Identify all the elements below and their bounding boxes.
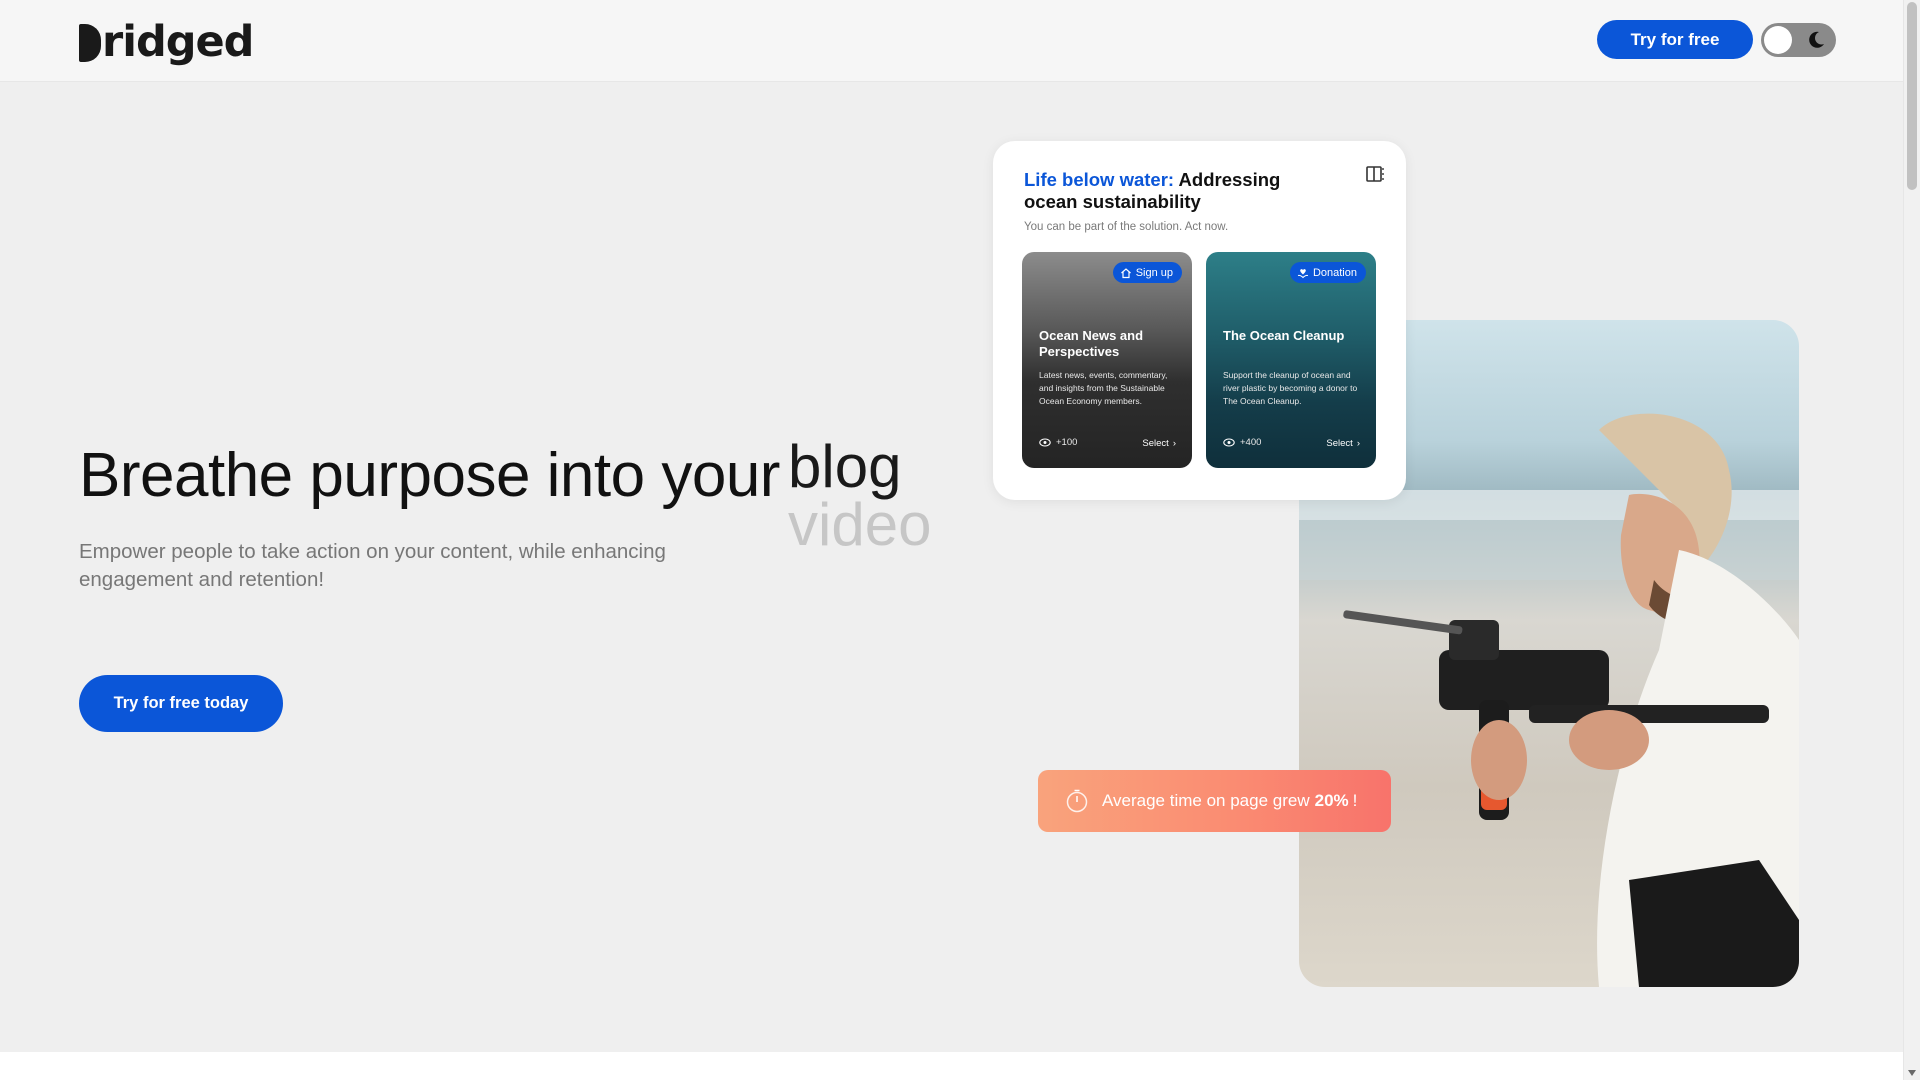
rotating-word-next: video xyxy=(788,491,932,558)
eye-icon xyxy=(1223,438,1235,447)
tile-description: Support the cleanup of ocean and river p… xyxy=(1223,370,1358,406)
stat-banner: Average time on page grew 20% ! xyxy=(1038,770,1391,832)
content-card: Life below water: Addressing ocean susta… xyxy=(993,141,1406,500)
tile-ocean-news[interactable]: Sign up Ocean News and Perspectives Late… xyxy=(1022,252,1192,468)
tile-description: Latest news, events, commentary, and ins… xyxy=(1039,370,1168,406)
tile-ocean-cleanup[interactable]: Donation The Ocean Cleanup Support the c… xyxy=(1206,252,1376,468)
card-title-highlight: Life below water: xyxy=(1024,169,1175,190)
tile-select-button[interactable]: Select › xyxy=(1142,438,1176,449)
heart-hand-icon xyxy=(1297,268,1309,278)
rotating-word-current: blog xyxy=(788,433,902,500)
tile-title: The Ocean Cleanup xyxy=(1223,328,1345,343)
tile-badge-signup: Sign up xyxy=(1112,262,1182,283)
stat-text: Average time on page grew xyxy=(1102,791,1310,810)
tile-badge-donation: Donation xyxy=(1289,262,1366,283)
moon-icon xyxy=(1809,31,1824,48)
card-title: Life below water: Addressing ocean susta… xyxy=(1024,169,1324,213)
sidebar-panel-icon[interactable] xyxy=(1365,164,1385,184)
tile-views: +100 xyxy=(1039,437,1077,448)
header-try-free-button[interactable]: Try for free xyxy=(1597,20,1753,59)
next-section-edge xyxy=(0,1052,1904,1080)
card-subtitle: You can be part of the solution. Act now… xyxy=(1024,221,1229,233)
chevron-right-icon: › xyxy=(1356,438,1360,449)
stat-suffix: ! xyxy=(1352,791,1358,810)
hero-subtitle: Empower people to take action on your co… xyxy=(79,540,666,591)
hero-try-free-button[interactable]: Try for free today xyxy=(79,675,283,732)
toggle-knob xyxy=(1764,26,1792,54)
scrollbar-thumb[interactable] xyxy=(1907,2,1917,190)
tile-views: +400 xyxy=(1223,437,1261,448)
stat-value: 20% xyxy=(1314,791,1349,810)
page-scrollbar[interactable] xyxy=(1903,0,1920,1080)
hero-title: Breathe purpose into your xyxy=(79,441,780,510)
timer-icon xyxy=(1066,789,1088,813)
theme-toggle[interactable] xyxy=(1761,23,1836,57)
scroll-down-arrow-icon[interactable] xyxy=(1908,1070,1916,1076)
house-icon xyxy=(1120,267,1131,278)
bridged-logo[interactable]: ridged xyxy=(79,14,254,70)
eye-icon xyxy=(1039,438,1051,447)
chevron-right-icon: › xyxy=(1172,438,1176,449)
tile-title: Ocean News and Perspectives xyxy=(1039,328,1144,359)
site-header: ridged Try for free xyxy=(0,0,1904,81)
tile-select-button[interactable]: Select › xyxy=(1326,438,1360,449)
rotating-word: blog video xyxy=(788,433,932,558)
logo-mark xyxy=(79,24,101,62)
